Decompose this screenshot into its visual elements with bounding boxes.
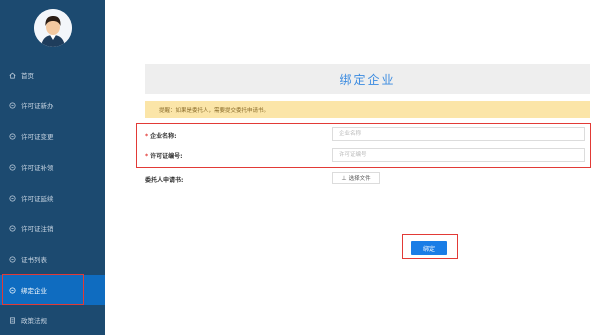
license-no-label: * 许可证编号: — [145, 153, 183, 160]
sidebar-item-license-renew[interactable]: 许可证延续 — [0, 183, 105, 213]
sidebar-item-license-cancel[interactable]: 许可证注销 — [0, 213, 105, 243]
document-icon — [8, 316, 17, 325]
avatar[interactable] — [34, 9, 72, 47]
sidebar-item-label: 许可证变更 — [21, 133, 54, 141]
sidebar-item-label: 绑定企业 — [21, 287, 47, 295]
sidebar-item-bind-company[interactable]: 绑定企业 — [0, 275, 105, 305]
sidebar-item-label: 证书列表 — [21, 256, 47, 264]
sidebar-item-label: 许可证注销 — [21, 225, 54, 233]
sidebar-item-label: 许可证补领 — [21, 164, 54, 172]
circle-icon — [8, 101, 17, 110]
sidebar-item-license-change[interactable]: 许可证变更 — [0, 121, 105, 151]
app-window: 首页 许可证新办 许可证变更 许可证补领 许可证延续 许可证注销 证书列表 绑定… — [0, 0, 600, 335]
sidebar-item-label: 许可证新办 — [21, 102, 54, 110]
required-mark: * — [145, 133, 149, 140]
sidebar-item-label: 首页 — [21, 72, 34, 80]
sidebar-item-license-new[interactable]: 许可证新办 — [0, 90, 105, 120]
sidebar-item-policy[interactable]: 政策法规 — [0, 305, 105, 335]
page-title: 绑定企业 — [145, 64, 590, 94]
circle-icon — [8, 286, 17, 295]
sidebar: 首页 许可证新办 许可证变更 许可证补领 许可证延续 许可证注销 证书列表 绑定… — [0, 0, 105, 335]
license-no-input[interactable] — [332, 148, 585, 162]
circle-icon — [8, 194, 17, 203]
circle-icon — [8, 255, 17, 264]
notice-banner: 提醒：如果是委托人，需要提交委托申请书。 — [145, 101, 590, 118]
sidebar-item-label: 政策法规 — [21, 317, 47, 325]
home-icon — [8, 71, 17, 80]
upload-icon: ⊥ — [341, 174, 347, 182]
circle-icon — [8, 132, 17, 141]
sidebar-item-label: 许可证延续 — [21, 195, 54, 203]
circle-icon — [8, 163, 17, 172]
required-mark: * — [145, 153, 149, 160]
sidebar-item-certificate-list[interactable]: 证书列表 — [0, 244, 105, 274]
select-file-button[interactable]: ⊥ 选择文件 — [332, 172, 380, 184]
bind-button[interactable]: 绑定 — [411, 241, 447, 255]
company-name-input[interactable] — [332, 127, 585, 141]
circle-icon — [8, 224, 17, 233]
authorization-label: 委托人申请书: — [145, 177, 184, 184]
sidebar-item-home[interactable]: 首页 — [0, 60, 105, 90]
company-name-label: * 企业名称: — [145, 133, 177, 140]
sidebar-item-license-reissue[interactable]: 许可证补领 — [0, 152, 105, 182]
